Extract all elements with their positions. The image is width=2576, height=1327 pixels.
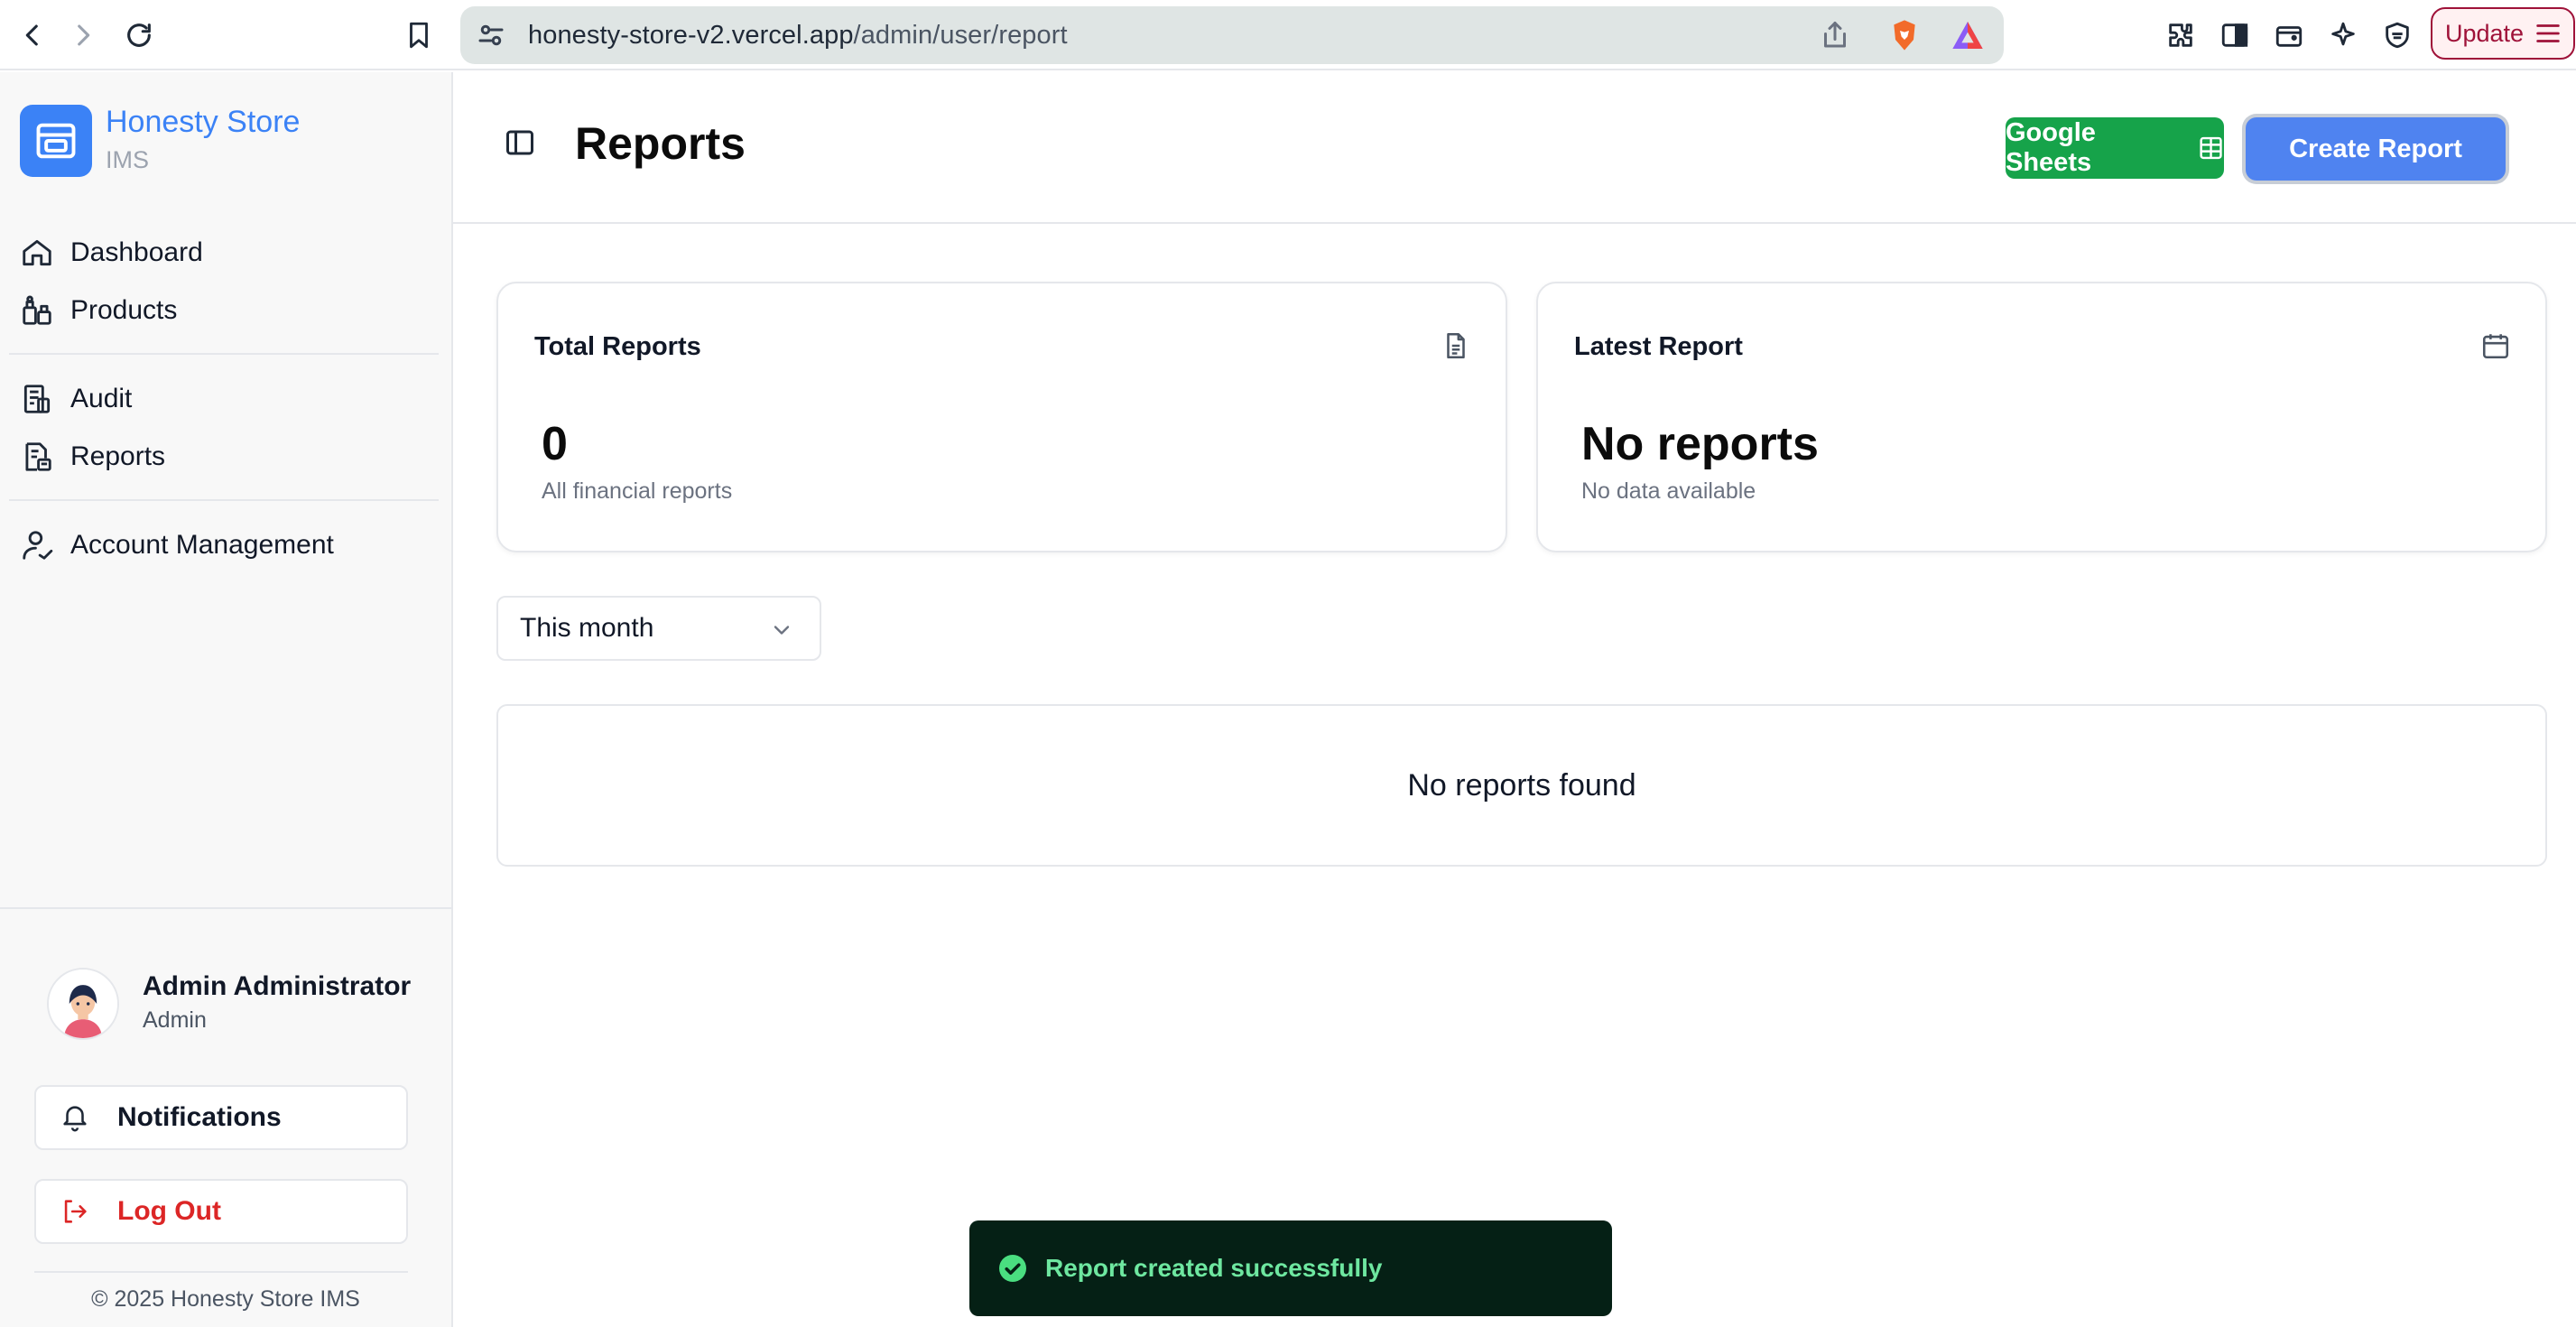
page-title: Reports: [575, 118, 746, 169]
home-icon: [23, 239, 51, 266]
brand-subtitle: IMS: [106, 146, 150, 173]
sidebar-collapse-icon[interactable]: [504, 126, 536, 159]
forward-icon[interactable]: [65, 17, 101, 53]
total-reports-card: Total Reports 0 All financial reports: [496, 282, 1507, 552]
sidebar-divider: [34, 1271, 408, 1273]
brave-shield-icon[interactable]: [1886, 17, 1923, 53]
products-icon: [23, 295, 51, 325]
card-title: Total Reports: [534, 332, 701, 361]
toast-message: Report created successfully: [1045, 1254, 1383, 1282]
page-header: Reports Google Sheets Create Report: [453, 72, 2576, 224]
avatar: [47, 968, 119, 1040]
sidebar-item-label: Audit: [70, 384, 133, 413]
account-icon: [23, 531, 53, 560]
sidebar-divider: [0, 907, 451, 909]
address-bar[interactable]: honesty-store-v2.vercel.app/admin/user/r…: [460, 6, 2004, 64]
brave-rewards-icon[interactable]: [1950, 17, 1986, 53]
google-sheets-button[interactable]: Google Sheets: [2006, 117, 2224, 179]
logout-icon: [64, 1200, 87, 1223]
back-icon[interactable]: [14, 17, 51, 53]
reload-icon[interactable]: [121, 17, 157, 53]
notifications-button[interactable]: Notifications: [34, 1085, 408, 1150]
user-role: Admin: [143, 1007, 207, 1033]
brand[interactable]: Honesty Store IMS: [20, 105, 435, 181]
notifications-label: Notifications: [117, 1102, 282, 1132]
sidebar-divider: [9, 499, 439, 501]
period-filter-select[interactable]: This month: [496, 596, 821, 661]
share-icon[interactable]: [1819, 19, 1851, 51]
latest-report-value: No reports: [1581, 418, 1819, 470]
browser-toolbar: honesty-store-v2.vercel.app/admin/user/r…: [0, 0, 2576, 70]
extensions-icon[interactable]: [2163, 17, 2199, 53]
sidebar-item-account-management[interactable]: Account Management: [20, 523, 435, 568]
user-card[interactable]: Admin Administrator Admin: [47, 968, 435, 1042]
chevron-down-icon: [769, 617, 794, 643]
audit-icon: [23, 385, 51, 413]
wallet-icon[interactable]: [2271, 17, 2307, 53]
sidebar: Honesty Store IMS Dashboard Products Aud…: [0, 72, 453, 1327]
store-logo-icon: [20, 105, 92, 177]
sidebar-item-label: Dashboard: [70, 237, 203, 267]
logout-button[interactable]: Log Out: [34, 1179, 408, 1244]
sidebar-item-label: Products: [70, 295, 178, 325]
document-icon: [1441, 330, 1471, 361]
sidebar-item-dashboard[interactable]: Dashboard: [20, 230, 435, 275]
latest-report-caption: No data available: [1581, 478, 1756, 504]
sidebar-item-reports[interactable]: Reports: [20, 434, 435, 479]
sidebar-item-label: Reports: [70, 441, 166, 471]
site-settings-icon[interactable]: [475, 19, 507, 51]
menu-icon: [2536, 24, 2560, 42]
latest-report-card: Latest Report No reports No data availab…: [1536, 282, 2547, 552]
sidebar-item-label: Account Management: [70, 530, 334, 560]
total-reports-value: 0: [542, 418, 568, 470]
sidebar-item-audit[interactable]: Audit: [20, 376, 435, 422]
card-title: Latest Report: [1574, 332, 1743, 361]
empty-message: No reports found: [1407, 767, 1636, 803]
user-name: Admin Administrator: [143, 971, 412, 1001]
check-circle-icon: [999, 1255, 1026, 1282]
create-report-button[interactable]: Create Report: [2246, 117, 2506, 181]
vpn-shield-icon[interactable]: [2379, 17, 2415, 53]
sidebar-item-products[interactable]: Products: [20, 288, 435, 333]
update-label: Update: [2445, 19, 2525, 47]
success-toast[interactable]: Report created successfully: [969, 1220, 1612, 1316]
bookmark-icon[interactable]: [401, 17, 437, 53]
update-button[interactable]: Update: [2431, 7, 2575, 60]
create-report-label: Create Report: [2289, 134, 2462, 163]
copyright: © 2025 Honesty Store IMS: [91, 1286, 360, 1312]
google-sheets-label: Google Sheets: [2006, 118, 2096, 177]
sidebar-toggle-icon[interactable]: [2217, 17, 2253, 53]
leo-ai-icon[interactable]: [2325, 17, 2361, 53]
bell-icon: [63, 1106, 87, 1132]
brand-name: Honesty Store: [106, 105, 301, 139]
reports-list: No reports found: [496, 704, 2547, 867]
logout-label: Log Out: [117, 1196, 221, 1226]
total-reports-caption: All financial reports: [542, 478, 733, 504]
reports-icon: [25, 442, 51, 471]
period-filter-value: This month: [520, 613, 654, 643]
sheet-grid-icon: [2200, 136, 2222, 160]
calendar-icon: [2480, 330, 2511, 361]
sidebar-divider: [9, 353, 439, 355]
url-text[interactable]: honesty-store-v2.vercel.app/admin/user/r…: [528, 6, 1068, 64]
